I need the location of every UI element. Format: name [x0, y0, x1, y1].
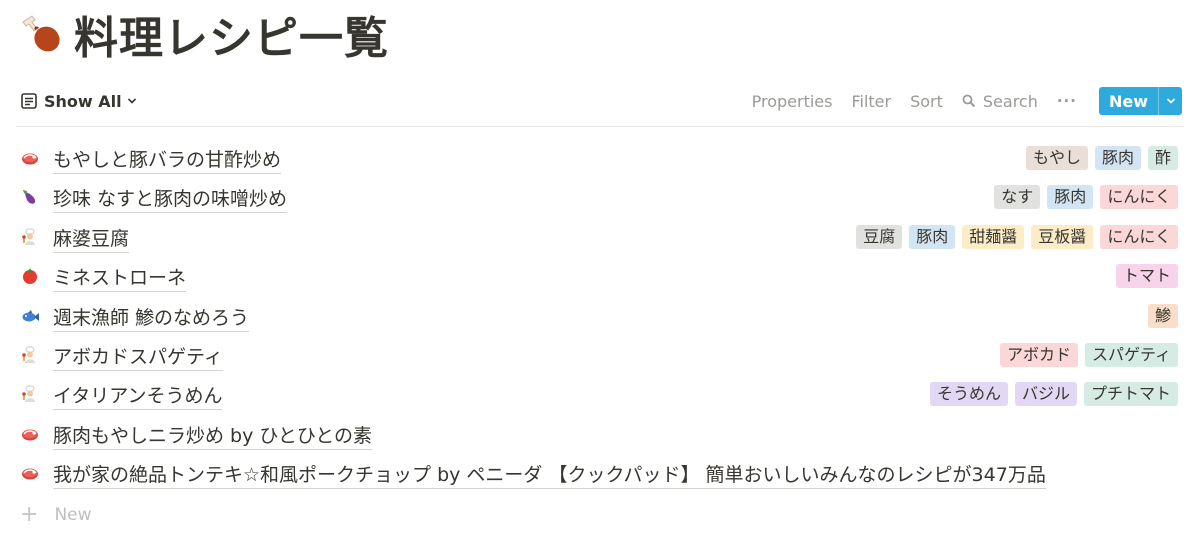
chef-icon [20, 384, 40, 404]
ingredient-tag: バジル [1014, 382, 1077, 407]
ingredient-tag: 豆腐 [856, 224, 903, 249]
ingredient-tag: そうめん [929, 382, 1008, 407]
tomato-icon [20, 266, 40, 286]
recipe-title[interactable]: アボカドスパゲティ [53, 342, 223, 371]
chef-icon [20, 227, 40, 247]
tag-list: そうめん バジル プチトマト [923, 382, 1178, 407]
meat-icon [20, 148, 40, 168]
filter-button[interactable]: Filter [851, 92, 891, 111]
page-header: 料理レシピ一覧 [18, 4, 389, 64]
tag-list: トマト [1109, 264, 1178, 289]
recipe-title[interactable]: 珍味 なすと豚肉の味噌炒め [53, 184, 288, 214]
ingredient-tag: もやし [1025, 146, 1088, 170]
recipe-title[interactable]: イタリアンそうめん [53, 381, 223, 411]
ingredient-tag: スパゲティ [1084, 342, 1178, 367]
view-selector[interactable]: Show All [20, 88, 137, 114]
tag-list: 豆腐 豚肉 甜麺醤 豆板醤 にんにく [849, 224, 1178, 249]
properties-button[interactable]: Properties [752, 92, 833, 111]
list-item[interactable]: アボカドスパゲティ アボカド スパゲティ [0, 336, 1200, 375]
eggplant-icon [20, 187, 40, 207]
ingredient-tag: にんにく [1100, 224, 1178, 249]
chevron-down-icon [127, 98, 136, 104]
list-item[interactable]: イタリアンそうめん そうめん バジル プチトマト [0, 375, 1200, 414]
recipe-title[interactable]: 麻婆豆腐 [53, 224, 130, 253]
recipe-title[interactable]: もやしと豚バラの甘酢炒め [53, 145, 282, 174]
meat-icon [20, 424, 40, 444]
recipe-list: もやしと豚バラの甘酢炒め もやし 豚肉酢珍味 なすと豚肉の味噌炒め なす 豚肉 にんにく麻… [0, 139, 1200, 494]
ingredient-tag: 豚肉 [909, 224, 956, 249]
fish-icon [20, 306, 40, 326]
toolbar-divider [16, 126, 1184, 127]
list-item[interactable]: ミネストローネ トマト [0, 257, 1200, 296]
ingredient-tag: 豚肉 [1047, 185, 1094, 210]
ingredient-tag: 豚肉 [1094, 146, 1141, 170]
add-new-row[interactable]: + New [20, 502, 92, 528]
list-item[interactable]: 珍味 なすと豚肉の味噌炒め なす 豚肉 にんにく [0, 178, 1200, 217]
toolbar-actions: Properties Filter Sort Search ··· New [733, 87, 1182, 115]
chef-icon [20, 345, 40, 365]
ingredient-tag: にんにく [1100, 185, 1178, 210]
recipe-title[interactable]: 豚肉もやしニラ炒め by ひとひとの素 [53, 421, 373, 450]
plus-icon: + [20, 502, 39, 527]
more-options-button[interactable]: ··· [1057, 92, 1077, 110]
recipe-title[interactable]: ミネストローネ [53, 263, 187, 293]
database-toolbar: Show All Properties Filter Sort Search ·… [0, 84, 1200, 118]
search-button[interactable]: Search [962, 92, 1038, 111]
list-item[interactable]: 豚肉もやしニラ炒め by ひとひとの素 [0, 415, 1200, 454]
recipe-title[interactable]: 我が家の絶品トンテキ☆和風ポークチョップ by ペニーダ 【クックパッド】 簡単… [53, 460, 1046, 490]
search-icon [962, 94, 976, 108]
list-item[interactable]: 麻婆豆腐 豆腐 豚肉 甜麺醤 豆板醤 にんにく [0, 218, 1200, 257]
new-button[interactable]: New [1098, 87, 1182, 115]
meat-icon [20, 463, 40, 483]
ingredient-tag: 豆板醤 [1031, 224, 1094, 249]
tag-list: もやし 豚肉酢 [1019, 146, 1178, 170]
tag-list: なす 豚肉 にんにく [987, 185, 1178, 210]
add-new-label: New [54, 505, 92, 525]
list-item[interactable]: 週末漁師 鯵のなめろう 鯵 [0, 297, 1200, 336]
ingredient-tag: プチトマト [1083, 382, 1178, 407]
ingredient-tag: トマト [1115, 264, 1178, 289]
ingredient-tag: 甜麺醤 [962, 224, 1025, 249]
page-title: 料理レシピ一覧 [74, 13, 389, 64]
ingredient-tag: なす [994, 185, 1041, 210]
list-view-icon [21, 93, 37, 109]
poultry-leg-icon[interactable] [18, 10, 66, 58]
list-item[interactable]: 我が家の絶品トンテキ☆和風ポークチョップ by ペニーダ 【クックパッド】 簡単… [0, 454, 1200, 493]
ingredient-tag: アボカド [999, 342, 1078, 367]
new-button-label: New [1108, 91, 1148, 111]
recipe-title[interactable]: 週末漁師 鯵のなめろう [53, 303, 250, 332]
tag-list: 鯵 [1141, 303, 1178, 328]
new-dropdown-button[interactable] [1158, 87, 1182, 115]
tag-list: アボカド スパゲティ [993, 342, 1178, 367]
chevron-down-icon [1166, 98, 1175, 104]
ingredient-tag: 酢 [1147, 146, 1178, 170]
view-label: Show All [44, 91, 122, 111]
sort-button[interactable]: Sort [910, 92, 943, 111]
search-label: Search [982, 91, 1038, 111]
list-item[interactable]: もやしと豚バラの甘酢炒め もやし 豚肉酢 [0, 139, 1200, 178]
ingredient-tag: 鯵 [1147, 303, 1178, 328]
